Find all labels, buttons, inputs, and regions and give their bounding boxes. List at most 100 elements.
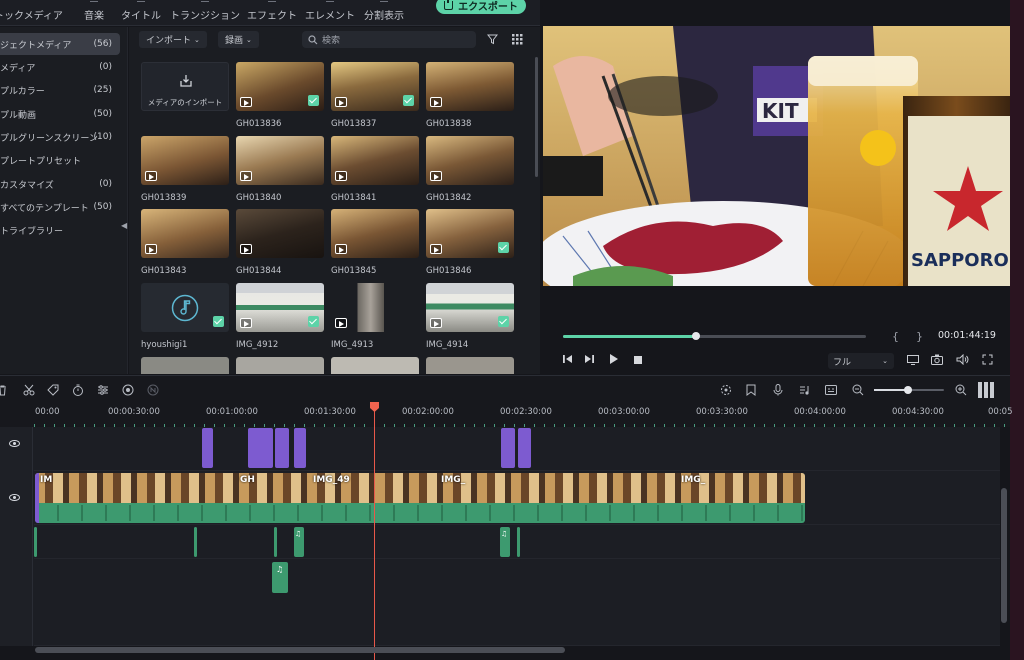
search-input[interactable]: 検索: [302, 31, 476, 48]
media-thumb-gh013846[interactable]: [426, 209, 514, 258]
tab-transitions[interactable]: トランジション: [170, 1, 240, 22]
filter-icon[interactable]: [487, 34, 498, 45]
title-clip[interactable]: [248, 428, 273, 468]
playback-progress-bar[interactable]: [563, 332, 866, 340]
snapshot-icon[interactable]: [931, 354, 943, 365]
layout-icon[interactable]: [978, 382, 998, 398]
mark-in-button[interactable]: {: [892, 330, 899, 343]
title-clip[interactable]: [294, 428, 306, 468]
export-button[interactable]: エクスポート: [436, 0, 526, 14]
step-forward-icon[interactable]: [584, 354, 596, 364]
zoom-slider-knob[interactable]: [904, 386, 912, 394]
audio-mixer-icon[interactable]: [799, 384, 811, 396]
subtitle-icon[interactable]: [825, 384, 837, 396]
import-media-tile[interactable]: メディアのインポート: [141, 62, 229, 111]
media-thumb-partial[interactable]: [141, 357, 229, 374]
media-thumb-gh013838[interactable]: [426, 62, 514, 111]
media-thumb-img4914[interactable]: [426, 283, 514, 332]
ruler-tick-label: 00:01:30:00: [304, 407, 356, 417]
video-icon: [335, 244, 347, 254]
timeline-ruler[interactable]: 00:00 00:00:30:00 00:01:00:00 00:01:30:0…: [0, 403, 1013, 427]
sidebar-item-all-templates[interactable]: すべてのテンプレート (50): [0, 196, 120, 218]
eye-icon[interactable]: [9, 494, 20, 501]
monitor-icon[interactable]: [907, 355, 919, 365]
render-icon[interactable]: [720, 384, 732, 396]
timeline-horizontal-scrollbar[interactable]: [35, 647, 565, 653]
media-thumb-gh013843[interactable]: [141, 209, 229, 258]
grid-view-icon[interactable]: [512, 34, 523, 45]
audio-clip[interactable]: [274, 527, 277, 557]
sidebar-item-sample-colors[interactable]: プルカラー (25): [0, 79, 120, 101]
tab-effects[interactable]: エフェクト: [247, 1, 297, 22]
media-thumb-partial[interactable]: [426, 357, 514, 374]
playhead-line[interactable]: [374, 403, 375, 660]
audio-clip[interactable]: [34, 527, 37, 557]
fullscreen-icon[interactable]: [982, 354, 993, 365]
tab-elements[interactable]: エレメント: [305, 1, 355, 22]
video-preview[interactable]: KIT SAPPORO: [543, 26, 1010, 286]
progress-knob[interactable]: [692, 332, 701, 340]
title-clip[interactable]: [501, 428, 515, 468]
step-back-icon[interactable]: [561, 354, 573, 364]
audio-clip-hyoushigi[interactable]: ♫: [272, 562, 288, 593]
title-clip[interactable]: [518, 428, 531, 468]
speed-timer-icon[interactable]: [72, 384, 84, 396]
audio-clip[interactable]: ♫: [294, 527, 304, 557]
play-icon[interactable]: [609, 354, 619, 364]
video-clip-strip[interactable]: IM GH IMG_49 IMG_ IMG_: [35, 473, 805, 523]
audio-clip[interactable]: ♫: [500, 527, 510, 557]
media-thumb-gh013844[interactable]: [236, 209, 324, 258]
tab-split-screen[interactable]: 分割表示: [364, 1, 404, 22]
preview-zoom-select[interactable]: フル ⌄: [828, 353, 894, 369]
tab-stock-media[interactable]: トックメディア: [0, 7, 63, 22]
media-thumb-img4913[interactable]: [331, 283, 419, 332]
ai-cutout-icon[interactable]: [147, 384, 159, 396]
sidebar-item-library[interactable]: トライブラリー: [0, 219, 120, 241]
media-thumb-gh013841[interactable]: [331, 136, 419, 185]
media-thumb-hyoushigi1[interactable]: [141, 283, 229, 332]
scissors-icon[interactable]: [23, 384, 35, 396]
mark-out-button[interactable]: }: [916, 330, 923, 343]
sidebar-item-sample-videos[interactable]: プル動画 (50): [0, 103, 120, 125]
audio-clip[interactable]: [194, 527, 197, 557]
zoom-out-icon[interactable]: [852, 384, 864, 396]
zoom-in-icon[interactable]: [955, 384, 967, 396]
eye-icon[interactable]: [9, 440, 20, 447]
media-thumb-gh013837[interactable]: [331, 62, 419, 111]
sidebar-item-customize[interactable]: カスタマイズ (0): [0, 173, 120, 195]
media-thumb-partial[interactable]: [331, 357, 419, 374]
volume-icon[interactable]: [956, 354, 969, 365]
media-thumb-gh013836[interactable]: [236, 62, 324, 111]
color-match-icon[interactable]: [122, 384, 134, 396]
sidebar-item-label: カスタマイズ: [0, 180, 54, 191]
sidebar-item-media[interactable]: メディア (0): [0, 56, 120, 78]
media-thumb-gh013840[interactable]: [236, 136, 324, 185]
microphone-icon[interactable]: [773, 384, 783, 396]
title-clip[interactable]: [202, 428, 213, 468]
media-thumb-gh013845[interactable]: [331, 209, 419, 258]
track-lane-audio-2[interactable]: [34, 559, 1000, 646]
delete-icon[interactable]: [0, 385, 7, 396]
import-dropdown[interactable]: インポート ⌄: [139, 31, 207, 48]
media-thumb-gh013839[interactable]: [141, 136, 229, 185]
audio-clip[interactable]: [517, 527, 520, 557]
title-clip[interactable]: [275, 428, 289, 468]
record-dropdown[interactable]: 録画 ⌄: [218, 31, 259, 48]
timeline-vertical-scrollbar[interactable]: [1001, 488, 1007, 623]
collapse-arrow-icon[interactable]: ◀: [121, 221, 127, 230]
tag-icon[interactable]: [47, 384, 59, 396]
sidebar-item-green-screen[interactable]: プルグリーンスクリーン (10): [0, 126, 120, 148]
media-scrollbar[interactable]: [535, 57, 538, 177]
media-thumb-gh013842[interactable]: [426, 136, 514, 185]
adjust-icon[interactable]: [97, 384, 109, 396]
media-thumb-partial[interactable]: [236, 357, 324, 374]
sidebar-item-project-media[interactable]: ジェクトメディア (56): [0, 33, 120, 55]
tab-titles[interactable]: タイトル: [121, 1, 161, 22]
track-lane-title[interactable]: [34, 427, 1000, 471]
timeline-zoom-slider[interactable]: [874, 386, 944, 394]
media-thumb-img4912[interactable]: [236, 283, 324, 332]
sidebar-item-template-presets[interactable]: プレートプリセット: [0, 149, 120, 171]
marker-icon[interactable]: [746, 384, 756, 396]
stop-icon[interactable]: [634, 356, 642, 364]
tab-audio[interactable]: 音楽: [84, 1, 104, 22]
